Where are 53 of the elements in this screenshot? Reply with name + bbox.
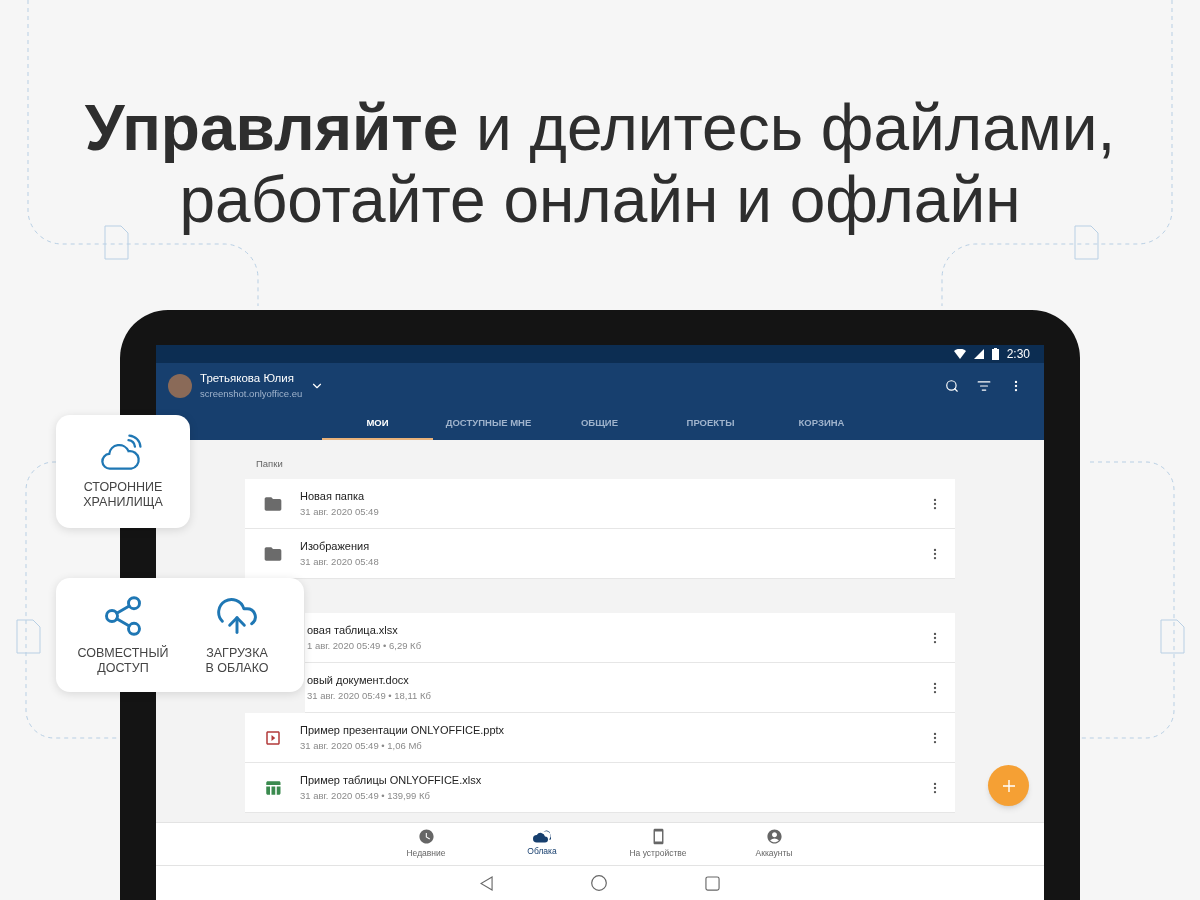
- tab[interactable]: МОИ: [322, 408, 433, 440]
- file-row[interactable]: овый документ.docx 31 авг. 2020 05:49 • 18,11 Кб: [305, 663, 955, 713]
- file-name: овый документ.docx: [307, 672, 410, 688]
- tab[interactable]: ОБЩИЕ: [544, 408, 655, 440]
- file-row[interactable]: овая таблица.xlsx 1 авг. 2020 05:49 • 6,29 Кб: [305, 613, 955, 663]
- cloud-icon: [533, 830, 551, 844]
- feature-label: СТОРОННИЕ ХРАНИЛИЩА: [83, 479, 163, 510]
- home-icon[interactable]: [591, 875, 607, 891]
- nav-tab[interactable]: Недавние: [368, 823, 484, 865]
- presentation-icon: [263, 728, 282, 747]
- signal-icon: [973, 349, 984, 359]
- file-name: овая таблица.xlsx: [307, 622, 399, 638]
- sort-icon: [977, 378, 991, 393]
- back-icon[interactable]: [480, 875, 493, 891]
- file-meta: 1 авг. 2020 05:49 • 6,29 Кб: [307, 639, 423, 654]
- file-meta: 31 авг. 2020 05:49 • 1,06 Мб: [300, 739, 423, 754]
- account-icon: [765, 828, 783, 846]
- section-header: Папки: [255, 457, 284, 471]
- feature-label: СОВМЕСТНЫЙ ДОСТУП: [77, 646, 169, 676]
- headline: Управляйте и делитесь файлами,: [84, 92, 1116, 164]
- nav-tab[interactable]: Аккаунты: [716, 823, 832, 865]
- battery-icon: [991, 348, 999, 360]
- headline: работайте онлайн и офлайн: [179, 164, 1021, 236]
- file-meta: 31 авг. 2020 05:48: [300, 555, 380, 570]
- account-name: Третьякова Юлия: [200, 370, 295, 386]
- spreadsheet-icon: [263, 778, 282, 797]
- add-button[interactable]: [988, 765, 1029, 806]
- file-row[interactable]: Пример презентации ONLYOFFICE.pptx 31 авг. 2020 05:49 • 1,06 Мб: [245, 713, 955, 763]
- file-row[interactable]: Новая папка 31 авг. 2020 05:49: [245, 479, 955, 529]
- feature-label: ЗАГРУЗКА В ОБЛАКО: [205, 646, 269, 676]
- file-name: Пример презентации ONLYOFFICE.pptx: [300, 722, 506, 738]
- tab[interactable]: ДОСТУПНЫЕ МНЕ: [433, 408, 544, 440]
- plus-icon: [1002, 779, 1015, 792]
- clock-icon: [417, 828, 435, 846]
- tab[interactable]: КОРЗИНА: [766, 408, 877, 440]
- tab[interactable]: ПРОЕКТЫ: [655, 408, 766, 440]
- wifi-icon: [953, 349, 966, 359]
- nav-tab[interactable]: Облака: [484, 823, 600, 865]
- file-meta: 31 авг. 2020 05:49: [300, 505, 380, 520]
- file-name: Изображения: [300, 538, 371, 554]
- avatar: [168, 373, 192, 398]
- file-row[interactable]: Изображения 31 авг. 2020 05:48: [245, 529, 955, 579]
- file-name: Новая папка: [300, 488, 366, 504]
- file-row[interactable]: Пример таблицы ONLYOFFICE.xlsx 31 авг. 2020 05:49 • 139,99 Кб: [245, 763, 955, 813]
- file-meta: 31 авг. 2020 05:49 • 139,99 Кб: [300, 789, 431, 804]
- nav-tab[interactable]: На устройстве: [600, 823, 716, 865]
- file-name: Пример таблицы ONLYOFFICE.xlsx: [300, 772, 483, 788]
- cloud-signal-icon: [101, 433, 145, 472]
- file-meta: 31 авг. 2020 05:49 • 18,11 Кб: [307, 689, 432, 704]
- search-icon: [945, 378, 959, 393]
- recents-icon[interactable]: [705, 875, 720, 891]
- status-time: 2:30: [1006, 346, 1030, 363]
- account-host: screenshot.onlyoffice.eu: [200, 387, 303, 401]
